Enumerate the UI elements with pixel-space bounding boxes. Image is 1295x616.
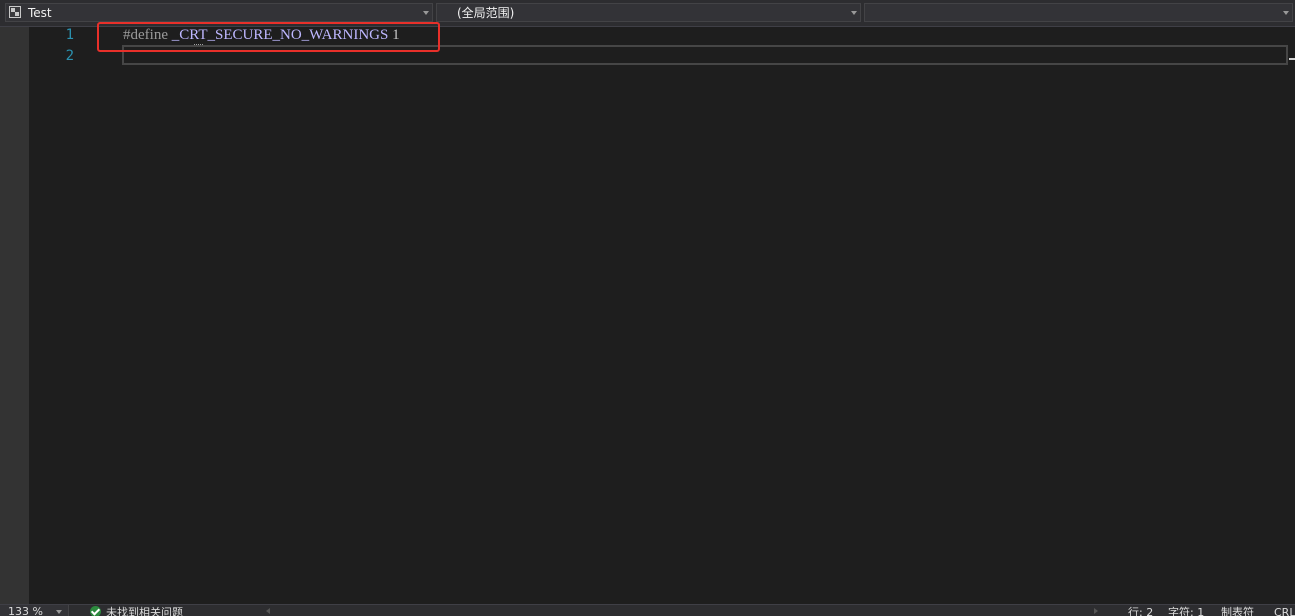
issues-status[interactable]: 未找到相关问题 (106, 606, 183, 616)
zoom-level: 133 % (8, 605, 43, 616)
scroll-left-icon[interactable] (266, 608, 270, 614)
annotation-highlight-box (97, 22, 440, 52)
line-number: 2 (65, 48, 74, 64)
check-circle-icon (90, 606, 101, 616)
project-icon (9, 6, 21, 18)
chevron-down-icon (851, 11, 857, 15)
char-position: 字符: 1 (1168, 606, 1205, 616)
ide-window: Test (全局范围) 1 2 #define _CRT_SECURE_NO_W… (0, 0, 1295, 616)
line-number: 1 (65, 27, 74, 43)
text-caret (1289, 58, 1295, 60)
member-dropdown[interactable] (864, 3, 1293, 22)
code-editor[interactable]: 1 2 #define _CRT_SECURE_NO_WARNINGS 1 (0, 22, 1295, 604)
scope-label: (全局范围) (457, 6, 515, 20)
scroll-right-icon[interactable] (1094, 608, 1098, 614)
chevron-down-icon (56, 610, 62, 614)
scope-dropdown[interactable]: (全局范围) (436, 3, 861, 22)
status-bar: 133 % 未找到相关问题 行: 2 字符: 1 制表符 CRL (0, 604, 1295, 616)
chevron-down-icon (1283, 11, 1289, 15)
indent-mode[interactable]: 制表符 (1221, 606, 1254, 616)
glyph-margin[interactable] (0, 27, 29, 604)
project-dropdown[interactable]: Test (5, 3, 433, 22)
chevron-down-icon (423, 11, 429, 15)
project-label: Test (28, 6, 52, 20)
line-position: 行: 2 (1128, 606, 1154, 616)
line-ending[interactable]: CRL (1274, 606, 1295, 616)
zoom-dropdown[interactable]: 133 % (0, 605, 69, 616)
